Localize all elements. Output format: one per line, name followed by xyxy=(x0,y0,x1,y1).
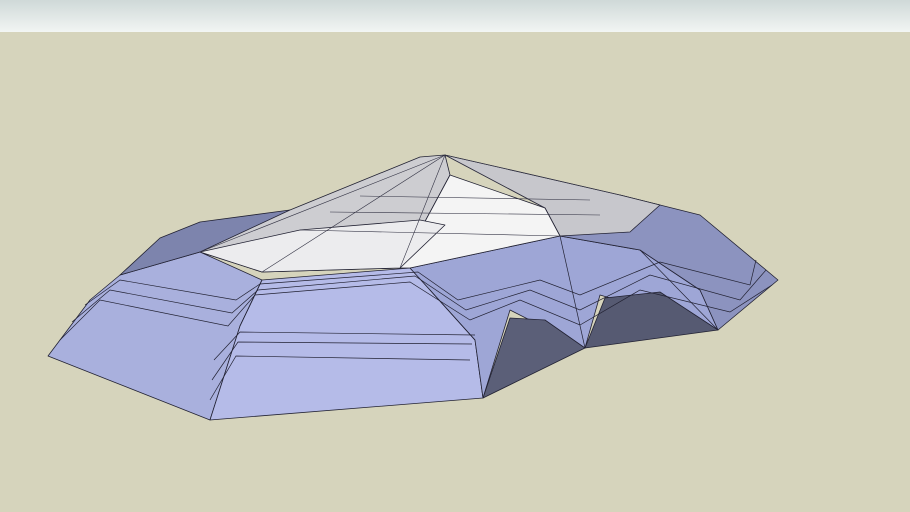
dome-roof-model[interactable] xyxy=(0,0,910,512)
3d-viewport[interactable] xyxy=(0,0,910,512)
